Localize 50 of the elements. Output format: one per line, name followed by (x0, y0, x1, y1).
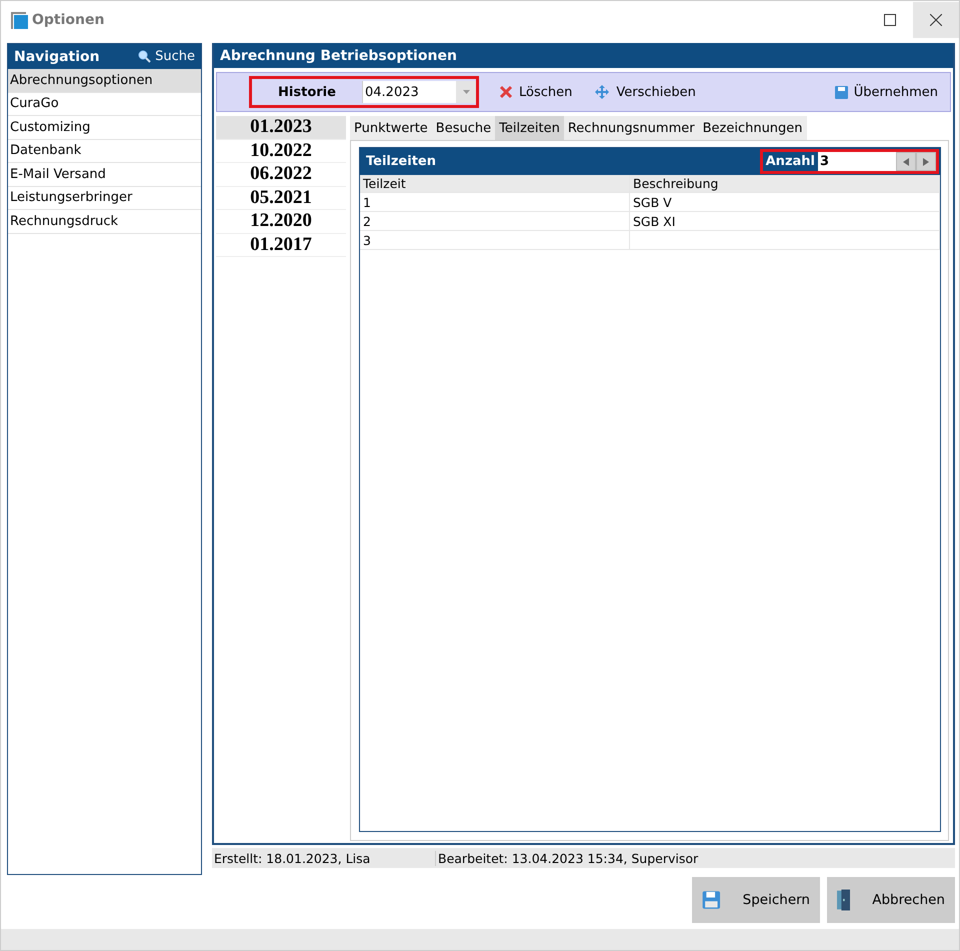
history-item[interactable]: 01.2017 (216, 234, 346, 257)
count-label: Anzahl (764, 154, 816, 169)
count-field[interactable]: 3 (818, 152, 896, 171)
navigation-title: Navigation (14, 48, 100, 64)
cancel-button[interactable]: Abbrechen (827, 877, 955, 923)
decrement-button[interactable] (896, 152, 916, 171)
search-icon (138, 50, 152, 63)
close-button[interactable] (913, 2, 959, 38)
column-header: Beschreibung (630, 175, 940, 192)
increment-button[interactable] (916, 152, 936, 171)
caret-icon (462, 90, 470, 94)
navigation-item[interactable]: Datenbank (8, 140, 201, 163)
history-item[interactable]: 06.2022 (216, 163, 346, 186)
navigation-item[interactable]: CuraGo (8, 92, 201, 116)
table-cell: SGB V (630, 193, 940, 211)
window-title: Optionen (32, 12, 106, 28)
panel-title: Abrechnung Betriebsoptionen (220, 48, 457, 64)
tab[interactable]: Besuche (432, 116, 496, 140)
tab[interactable]: Bezeichnungen (698, 116, 807, 140)
history-item[interactable]: 10.2022 (216, 140, 346, 163)
close-icon (499, 85, 513, 99)
maximize-icon (884, 14, 896, 26)
tab[interactable]: Teilzeiten (495, 116, 564, 140)
table-cell: SGB XI (630, 212, 940, 230)
table-cell: 3 (360, 231, 630, 249)
save-button[interactable]: Speichern (692, 877, 820, 923)
column-header: Teilzeit (360, 175, 630, 192)
navigation-item[interactable]: Leistungserbringer (8, 186, 201, 210)
move-button[interactable]: Verschieben (592, 82, 698, 102)
history-item[interactable]: 01.2023 (216, 116, 346, 140)
move-icon (594, 84, 610, 100)
navigation-item[interactable]: Abrechnungsoptionen (8, 69, 201, 92)
status-text: Bearbeitet: 13.04.2023 15:34, Supervisor (437, 850, 698, 866)
table-cell: 2 (360, 212, 630, 230)
status-text: Erstellt: 18.01.2023, Lisa (212, 850, 436, 866)
grid-title: Teilzeiten (366, 154, 436, 169)
close-icon (930, 14, 942, 26)
delete-button[interactable]: Löschen (497, 82, 574, 102)
tab[interactable]: Rechnungsnummer (564, 116, 699, 140)
tab[interactable]: Punktwerte (350, 116, 432, 140)
history-item[interactable]: 12.2020 (216, 210, 346, 234)
history-item[interactable]: 05.2021 (216, 186, 346, 210)
right-arrow-icon (923, 158, 929, 166)
left-arrow-icon (903, 158, 909, 166)
history-dropdown[interactable]: 04.2023 (362, 81, 476, 103)
app-icon (11, 12, 28, 28)
history-label: Historie (277, 84, 337, 100)
table-cell: 1 (360, 193, 630, 211)
apply-button[interactable]: Übernehmen (832, 82, 940, 102)
search-button[interactable]: Suche (138, 49, 195, 64)
